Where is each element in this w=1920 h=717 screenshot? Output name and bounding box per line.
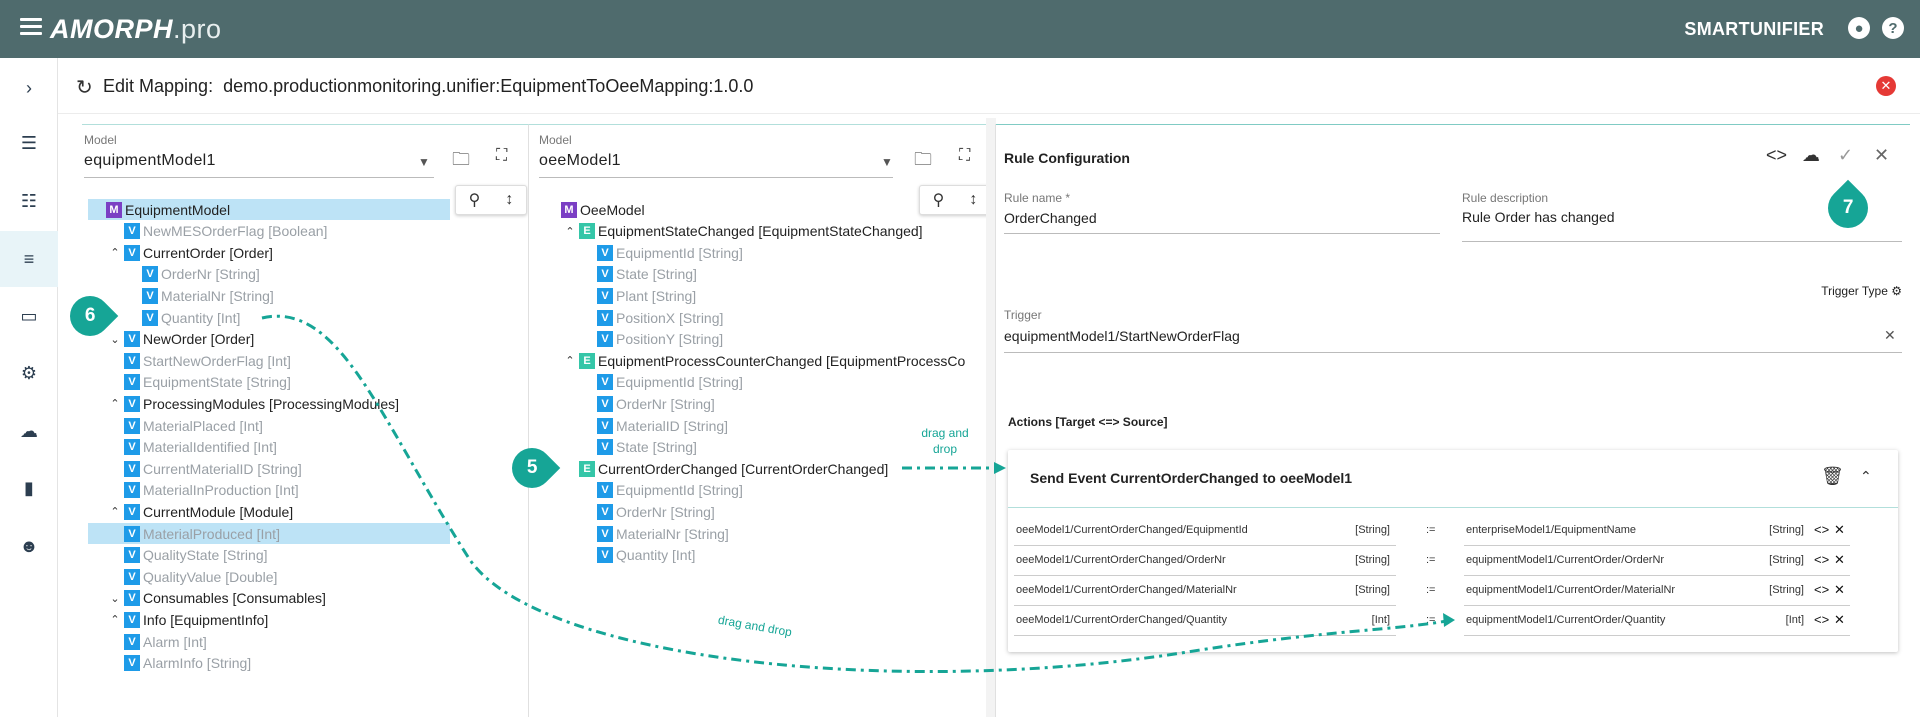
drag-drop-note-1: drag and drop bbox=[921, 426, 969, 456]
callout-5-text: 5 bbox=[526, 456, 538, 478]
arrowhead-quantity bbox=[1443, 613, 1455, 627]
drag-arrow-to-quantity bbox=[261, 314, 1453, 673]
arrowhead-action bbox=[994, 462, 1006, 474]
annotation-overlay bbox=[261, 314, 1455, 673]
callout-6-text: 6 bbox=[84, 304, 96, 326]
callout-7-text: 7 bbox=[1842, 196, 1854, 218]
